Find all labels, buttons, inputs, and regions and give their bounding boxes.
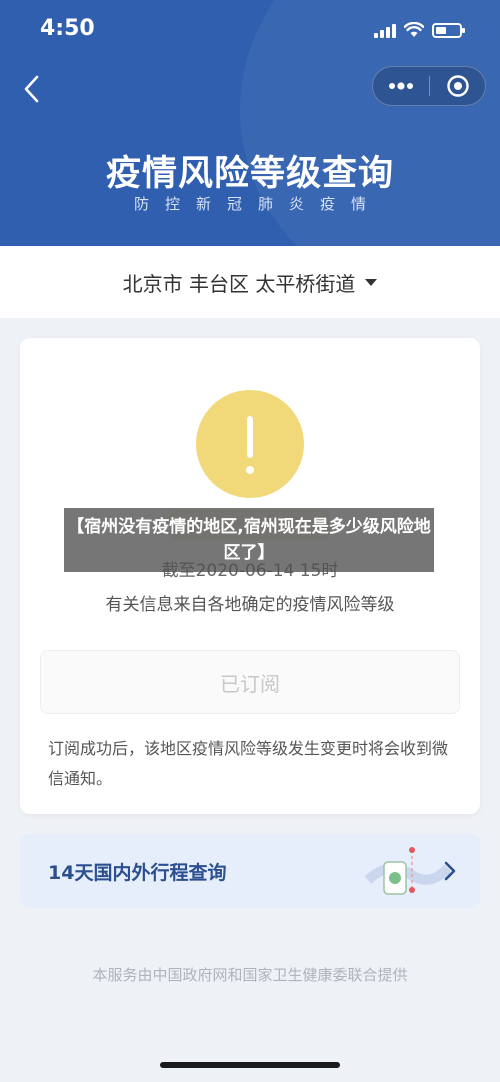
close-button[interactable]: [430, 67, 485, 105]
status-icons: [374, 20, 465, 40]
page-subtitle: 防控新冠肺炎疫情: [133, 195, 382, 213]
mini-program-capsule: [372, 66, 486, 106]
exclamation-circle-icon: [196, 390, 304, 498]
subscribe-notice: 订阅成功后，该地区疫情风险等级发生变更时将会收到微信通知。: [48, 739, 449, 788]
route-map-icon: [364, 847, 450, 895]
back-button[interactable]: [18, 72, 48, 106]
more-dots-icon: [389, 82, 413, 90]
location-text: 北京市 丰台区 太平桥街道: [122, 271, 356, 296]
home-indicator[interactable]: [160, 1062, 340, 1068]
footer-text: 本服务由中国政府网和国家卫生健康委联合提供: [92, 966, 408, 984]
header: 4:50 疫情风险等级查询 防控新冠肺炎疫情: [0, 0, 500, 246]
target-close-icon: [446, 75, 469, 97]
chevron-right-icon: [444, 861, 456, 881]
subscribe-button[interactable]: 已订阅: [40, 650, 460, 714]
more-button[interactable]: [373, 67, 429, 105]
itinerary-label: 14天国内外行程查询: [48, 862, 227, 884]
overlay-caption: 【宿州没有疫情的地区,宿州现在是多少级风险地区了】: [64, 508, 434, 572]
info-text: 有关信息来自各地确定的疫情风险等级: [105, 595, 395, 615]
location-selector[interactable]: 北京市 丰台区 太平桥街道: [0, 246, 500, 318]
page-title: 疫情风险等级查询: [105, 154, 394, 194]
status-time: 4:50: [40, 16, 95, 41]
chevron-left-icon: [24, 75, 39, 103]
battery-icon: [432, 22, 465, 38]
caret-down-icon: [365, 278, 378, 286]
signal-icon: [374, 22, 396, 38]
risk-card: 截至2020-06-14 15时 有关信息来自各地确定的疫情风险等级 已订阅 订…: [20, 338, 480, 814]
status-bar: 4:50: [0, 0, 500, 60]
itinerary-query-card[interactable]: 14天国内外行程查询: [20, 834, 480, 908]
wifi-icon: [404, 22, 424, 37]
